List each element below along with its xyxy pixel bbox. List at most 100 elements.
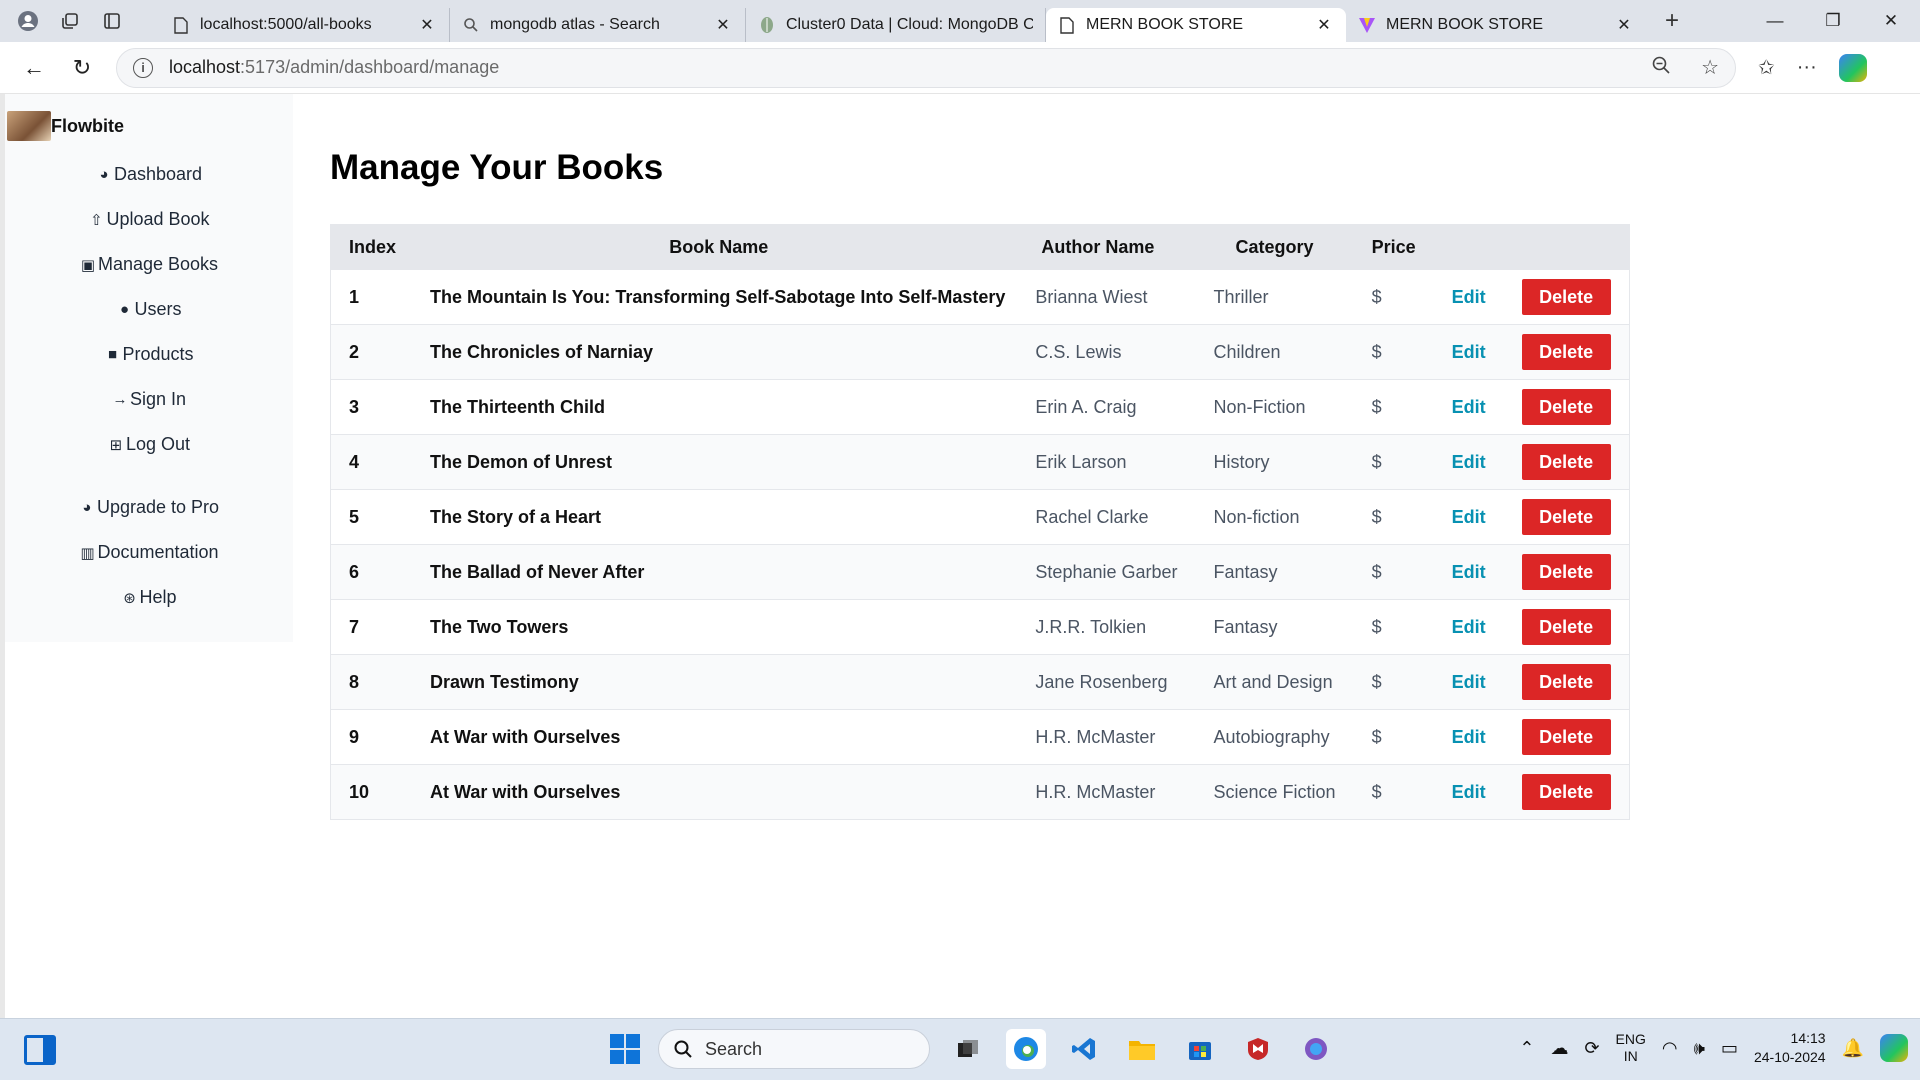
sidebar-item-upgrade-to-pro[interactable]: ◕ Upgrade to Pro <box>5 485 293 530</box>
sidebar-item-dashboard[interactable]: ◕ Dashboard <box>5 152 293 197</box>
copilot-preview-icon[interactable] <box>1880 1034 1908 1062</box>
tab-actions-icon[interactable] <box>94 6 130 36</box>
sidebar-item-users[interactable]: ● Users <box>5 287 293 332</box>
refresh-icon[interactable]: ↻ <box>60 50 104 86</box>
battery-icon[interactable]: ▭ <box>1721 1038 1738 1059</box>
edge-browser-icon[interactable] <box>1006 1029 1046 1069</box>
cell-price: $ <box>1371 341 1382 362</box>
new-tab-icon[interactable]: + <box>1652 6 1692 36</box>
pie-chart-icon: ◕ <box>82 499 92 516</box>
close-window-icon[interactable]: ✕ <box>1862 0 1920 42</box>
cell-edit: Edit <box>1434 325 1504 380</box>
browser-tab-active[interactable]: MERN BOOK STORE ✕ <box>1046 8 1346 42</box>
site-info-icon[interactable]: i <box>133 57 153 78</box>
delete-button[interactable]: Delete <box>1521 389 1611 425</box>
sidebar-item-log-out[interactable]: ⊞ Log Out <box>5 422 293 467</box>
volume-icon[interactable]: 🕪 <box>1694 1038 1705 1059</box>
cell-author-name: C.S. Lewis <box>1035 341 1122 362</box>
cell-price: $ <box>1371 671 1382 692</box>
sidebar-item-sign-in[interactable]: → Sign In <box>5 377 293 422</box>
taskbar-search[interactable]: Search <box>658 1029 930 1069</box>
edit-link[interactable]: Edit <box>1452 452 1486 472</box>
delete-button[interactable]: Delete <box>1521 279 1611 315</box>
close-tab-icon[interactable]: ✕ <box>1614 15 1634 35</box>
cell-category: Fantasy <box>1213 616 1278 637</box>
copilot-app-icon[interactable] <box>1296 1029 1336 1069</box>
cell-book-name: The Thirteenth Child <box>430 396 606 417</box>
cell-edit: Edit <box>1434 490 1504 545</box>
sidebar-item-label: Documentation <box>97 542 219 562</box>
wifi-icon[interactable]: ◠ <box>1662 1038 1678 1059</box>
browser-tab[interactable]: localhost:5000/all-books ✕ <box>160 8 450 42</box>
delete-button[interactable]: Delete <box>1521 334 1611 370</box>
close-tab-icon[interactable]: ✕ <box>417 15 437 35</box>
sidebar-item-manage-books[interactable]: ▣ Manage Books <box>5 242 293 287</box>
brand[interactable]: Flowbite <box>5 108 293 144</box>
windows-start-icon[interactable] <box>610 1034 640 1064</box>
cell-category: Autobiography <box>1213 726 1330 747</box>
sidebar-item-label: Log Out <box>125 434 191 454</box>
sidebar-item-label: Manage Books <box>97 254 219 274</box>
edit-link[interactable]: Edit <box>1452 727 1486 747</box>
cell-category: Non-fiction <box>1213 506 1300 527</box>
browser-tab[interactable]: mongodb atlas - Search ✕ <box>450 8 746 42</box>
language-indicator[interactable]: ENG IN <box>1616 1031 1646 1065</box>
delete-button[interactable]: Delete <box>1521 664 1611 700</box>
url-field[interactable]: i localhost:5173/admin/dashboard/manage … <box>116 47 1736 88</box>
widgets-icon[interactable] <box>24 1035 56 1065</box>
cell-price: $ <box>1371 286 1382 307</box>
edit-link[interactable]: Edit <box>1452 672 1486 692</box>
delete-button[interactable]: Delete <box>1521 444 1611 480</box>
edit-link[interactable]: Edit <box>1452 342 1486 362</box>
sidebar-item-help[interactable]: ⊛ Help <box>5 575 293 620</box>
favorites-icon[interactable]: ✩ <box>1758 55 1775 80</box>
browser-tab[interactable]: Cluster0 Data | Cloud: MongoDB C <box>746 8 1046 42</box>
mcafee-icon[interactable] <box>1238 1029 1278 1069</box>
profile-icon[interactable] <box>10 6 46 36</box>
brand-name: Flowbite <box>51 115 124 136</box>
favorite-star-icon[interactable]: ☆ <box>1701 55 1719 81</box>
edit-link[interactable]: Edit <box>1452 782 1486 802</box>
vscode-icon[interactable] <box>1064 1029 1104 1069</box>
delete-button[interactable]: Delete <box>1521 609 1611 645</box>
delete-button[interactable]: Delete <box>1521 719 1611 755</box>
back-icon[interactable]: ← <box>12 50 56 86</box>
minimize-icon[interactable]: — <box>1746 0 1804 42</box>
notification-bell-icon[interactable]: 🔔 <box>1842 1038 1864 1059</box>
sidebar-item-products[interactable]: ■ Products <box>5 332 293 377</box>
sidebar-item-documentation[interactable]: ▥ Documentation <box>5 530 293 575</box>
restore-icon[interactable]: ❐ <box>1804 0 1862 42</box>
table-header: Index Book Name Author Name Category Pri… <box>330 224 1630 270</box>
taskbar-apps: Search <box>610 1029 1336 1069</box>
browser-tab[interactable]: MERN BOOK STORE ✕ <box>1346 8 1646 42</box>
more-options-icon[interactable]: ··· <box>1797 56 1817 79</box>
close-tab-icon[interactable]: ✕ <box>713 15 733 35</box>
clock[interactable]: 14:13 24-10-2024 <box>1754 1029 1826 1067</box>
sidebar-item-label: Dashboard <box>113 164 203 184</box>
edit-link[interactable]: Edit <box>1452 287 1486 307</box>
workspaces-icon[interactable] <box>52 6 88 36</box>
edit-link[interactable]: Edit <box>1452 397 1486 417</box>
delete-button[interactable]: Delete <box>1521 554 1611 590</box>
table-row: 3 The Thirteenth Child Erin A. Craig Non… <box>330 379 1630 435</box>
cell-book-name: The Demon of Unrest <box>430 451 613 472</box>
copilot-icon[interactable] <box>1838 53 1867 82</box>
onedrive-icon[interactable]: ☁ <box>1550 1038 1568 1059</box>
delete-button[interactable]: Delete <box>1521 499 1611 535</box>
show-hidden-icons-icon[interactable]: ⌃ <box>1519 1038 1534 1059</box>
language-region: IN <box>1623 1048 1638 1064</box>
sidebar-item-label: Products <box>122 344 194 364</box>
delete-button[interactable]: Delete <box>1521 774 1611 810</box>
close-tab-icon[interactable]: ✕ <box>1314 15 1334 35</box>
sync-icon[interactable]: ⟳ <box>1584 1038 1599 1059</box>
edit-link[interactable]: Edit <box>1452 617 1486 637</box>
edit-link[interactable]: Edit <box>1452 562 1486 582</box>
sidebar-item-upload-book[interactable]: ⇧ Upload Book <box>5 197 293 242</box>
task-view-icon[interactable] <box>948 1029 988 1069</box>
zoom-out-icon[interactable] <box>1651 55 1671 81</box>
microsoft-store-icon[interactable] <box>1180 1029 1220 1069</box>
tab-title: MERN BOOK STORE <box>1386 16 1544 33</box>
cell-edit: Edit <box>1434 435 1504 490</box>
file-explorer-icon[interactable] <box>1122 1029 1162 1069</box>
edit-link[interactable]: Edit <box>1452 507 1486 527</box>
